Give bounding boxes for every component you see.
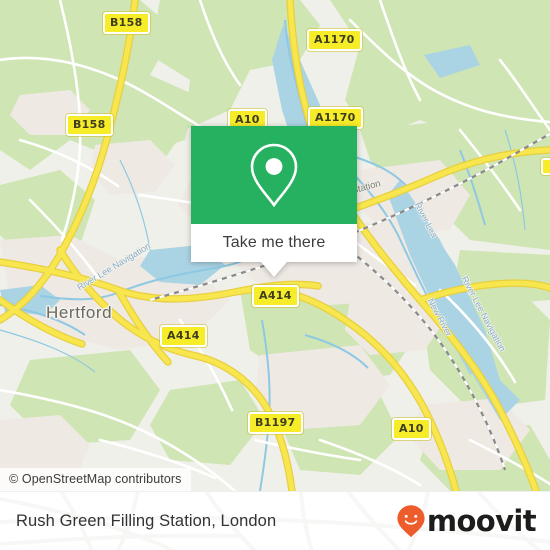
place-label-hertford: Hertford xyxy=(46,303,113,322)
take-me-there-button[interactable]: Take me there xyxy=(191,224,357,262)
moovit-pin-smiley-icon xyxy=(397,505,425,538)
road-shield: B1197 xyxy=(248,412,303,434)
road-shield: A10 xyxy=(392,418,431,440)
road-shield: A414 xyxy=(160,325,207,347)
take-me-there-label: Take me there xyxy=(222,234,326,251)
place-callout-card[interactable]: Take me there xyxy=(191,126,357,277)
place-title: Rush Green Filling Station, London xyxy=(16,511,277,530)
moovit-place-card: River Lea River Lee Navigation New River… xyxy=(0,0,550,550)
road-shield: B158 xyxy=(103,12,150,34)
road-shield: A1170 xyxy=(307,29,362,51)
map-pin-icon xyxy=(250,143,298,208)
map-canvas[interactable]: River Lea River Lee Navigation New River… xyxy=(0,0,550,491)
road-shield-clipped xyxy=(541,158,550,175)
callout-icon-area xyxy=(191,126,357,224)
road-shield: A414 xyxy=(252,285,299,307)
road-shield: B158 xyxy=(66,114,113,136)
osm-attribution[interactable]: © OpenStreetMap contributors xyxy=(0,468,191,491)
moovit-wordmark: moovit xyxy=(426,503,537,538)
moovit-logo[interactable]: moovit xyxy=(396,503,537,538)
footer-bar: Rush Green Filling Station, London moovi… xyxy=(0,491,550,550)
callout-tail xyxy=(261,262,287,277)
